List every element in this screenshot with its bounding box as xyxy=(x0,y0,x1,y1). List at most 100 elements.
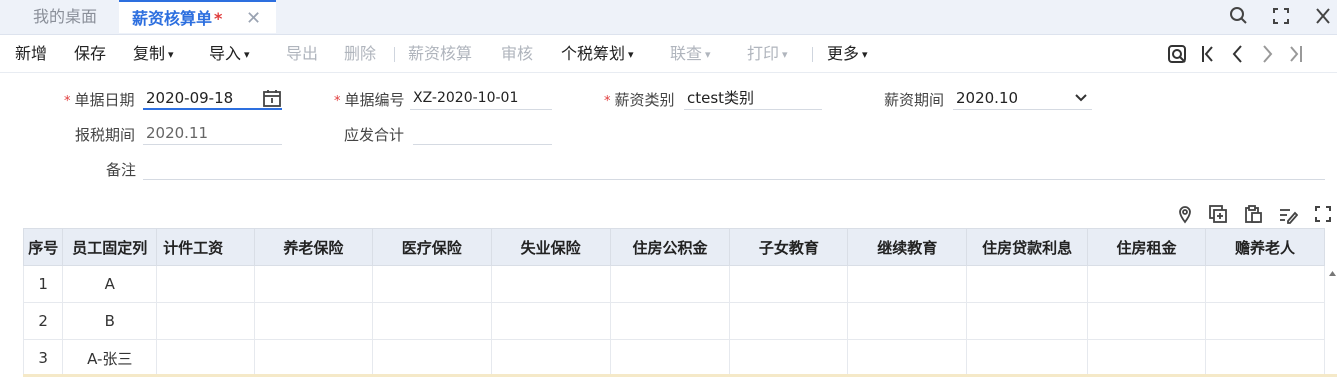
audit-button[interactable]: 审核 xyxy=(501,36,533,72)
number-field[interactable]: XZ-2020-10-01 xyxy=(410,86,552,110)
table-row[interactable]: 3 A-张三 xyxy=(23,339,1325,377)
cell[interactable] xyxy=(1087,302,1207,340)
tab-bar: 我的桌面 薪资核算单 * ✕ xyxy=(0,0,1337,35)
cell[interactable] xyxy=(1205,302,1325,340)
column-header[interactable]: 住房租金 xyxy=(1087,228,1207,266)
cell[interactable] xyxy=(729,339,849,377)
cell[interactable] xyxy=(253,265,373,303)
row-employee[interactable]: A-张三 xyxy=(62,339,158,377)
date-field[interactable]: 2020-09-18 xyxy=(143,86,282,110)
unsaved-mark: * xyxy=(214,9,223,28)
cell[interactable] xyxy=(966,302,1089,340)
link-query-label: 联查 xyxy=(670,44,703,63)
tax-plan-label: 个税筹划 xyxy=(561,44,626,63)
column-header[interactable]: 失业保险 xyxy=(490,228,611,266)
cell[interactable] xyxy=(1205,265,1325,303)
add-row-icon[interactable] xyxy=(1208,204,1228,224)
table-row[interactable]: 1 A xyxy=(23,265,1325,303)
column-header[interactable]: 子女教育 xyxy=(729,228,849,266)
tax-period-label: 报税期间 xyxy=(75,126,136,144)
edit-icon[interactable] xyxy=(1278,204,1299,224)
row-employee[interactable]: A xyxy=(62,265,158,303)
cell[interactable] xyxy=(609,302,731,340)
cell[interactable] xyxy=(371,302,492,340)
row-employee[interactable]: B xyxy=(62,302,158,340)
cell[interactable] xyxy=(847,339,968,377)
category-field[interactable]: ctest类别 xyxy=(684,86,822,110)
row-seq: 3 xyxy=(23,339,64,377)
cell[interactable] xyxy=(609,265,731,303)
import-label: 导入 xyxy=(209,44,242,63)
cell[interactable] xyxy=(729,265,849,303)
cell[interactable] xyxy=(371,265,492,303)
table-row[interactable]: 2 B xyxy=(23,302,1325,340)
cell[interactable] xyxy=(1087,265,1207,303)
more-dropdown[interactable]: 更多 ▾ xyxy=(827,36,868,72)
copy-dropdown[interactable]: 复制 ▾ xyxy=(133,36,174,72)
period-select[interactable]: 2020.10 xyxy=(953,86,1092,110)
column-header[interactable]: 住房公积金 xyxy=(609,228,731,266)
search-icon[interactable] xyxy=(1226,4,1252,28)
cell[interactable] xyxy=(1205,339,1325,377)
cell[interactable] xyxy=(156,339,255,377)
cell[interactable] xyxy=(729,302,849,340)
fullscreen-icon[interactable] xyxy=(1268,4,1294,28)
cell[interactable] xyxy=(966,339,1089,377)
save-button[interactable]: 保存 xyxy=(74,36,106,72)
date-value: 2020-09-18 xyxy=(146,89,234,107)
record-search-icon[interactable] xyxy=(1166,36,1190,72)
cell[interactable] xyxy=(847,265,968,303)
print-dropdown[interactable]: 打印 ▾ xyxy=(747,36,788,72)
salary-calc-button[interactable]: 薪资核算 xyxy=(408,36,472,72)
column-header[interactable]: 计件工资 xyxy=(156,228,255,266)
period-value: 2020.10 xyxy=(956,89,1019,107)
calendar-icon[interactable] xyxy=(262,88,282,115)
remark-label: 备注 xyxy=(106,161,137,179)
cell[interactable] xyxy=(156,265,255,303)
chevron-down-icon xyxy=(1074,88,1088,115)
column-header[interactable]: 养老保险 xyxy=(253,228,373,266)
total-field[interactable] xyxy=(413,121,552,145)
next-record-icon[interactable] xyxy=(1257,36,1277,72)
cell[interactable] xyxy=(847,302,968,340)
delete-button[interactable]: 删除 xyxy=(344,36,376,72)
cell[interactable] xyxy=(156,302,255,340)
import-dropdown[interactable]: 导入 ▾ xyxy=(209,36,250,72)
location-pin-icon[interactable] xyxy=(1175,204,1195,224)
column-header[interactable]: 住房贷款利息 xyxy=(966,228,1089,266)
last-record-icon[interactable] xyxy=(1286,36,1306,72)
expand-grid-icon[interactable] xyxy=(1313,204,1333,224)
link-query-dropdown[interactable]: 联查 ▾ xyxy=(670,36,711,72)
cell[interactable] xyxy=(490,265,611,303)
cell[interactable] xyxy=(490,302,611,340)
remark-field[interactable] xyxy=(143,156,1325,180)
scroll-up-icon[interactable] xyxy=(1328,264,1337,284)
paste-icon[interactable] xyxy=(1243,204,1263,224)
cell[interactable] xyxy=(253,302,373,340)
category-label: * 薪资类别 xyxy=(604,91,675,109)
column-header[interactable]: 继续教育 xyxy=(847,228,968,266)
export-button[interactable]: 导出 xyxy=(286,36,318,72)
column-header[interactable]: 医疗保险 xyxy=(371,228,492,266)
cell[interactable] xyxy=(1087,339,1207,377)
chevron-down-icon: ▾ xyxy=(244,48,250,61)
close-tab-icon[interactable]: ✕ xyxy=(246,2,261,36)
add-button[interactable]: 新增 xyxy=(15,36,47,72)
cell[interactable] xyxy=(371,339,492,377)
toolbar-divider xyxy=(394,47,395,62)
column-header[interactable]: 员工固定列 xyxy=(62,228,158,266)
first-record-icon[interactable] xyxy=(1198,36,1218,72)
column-header[interactable]: 序号 xyxy=(23,228,64,266)
close-icon[interactable] xyxy=(1310,4,1336,28)
chevron-down-icon: ▾ xyxy=(862,48,868,61)
tax-plan-dropdown[interactable]: 个税筹划 ▾ xyxy=(561,36,634,72)
prev-record-icon[interactable] xyxy=(1228,36,1248,72)
tax-period-field[interactable]: 2020.11 xyxy=(143,121,282,145)
cell[interactable] xyxy=(253,339,373,377)
column-header[interactable]: 赡养老人 xyxy=(1205,228,1325,266)
cell[interactable] xyxy=(609,339,731,377)
tab-home[interactable]: 我的桌面 xyxy=(33,0,97,34)
cell[interactable] xyxy=(490,339,611,377)
tab-salary-calc[interactable]: 薪资核算单 * ✕ xyxy=(119,0,276,33)
cell[interactable] xyxy=(966,265,1089,303)
